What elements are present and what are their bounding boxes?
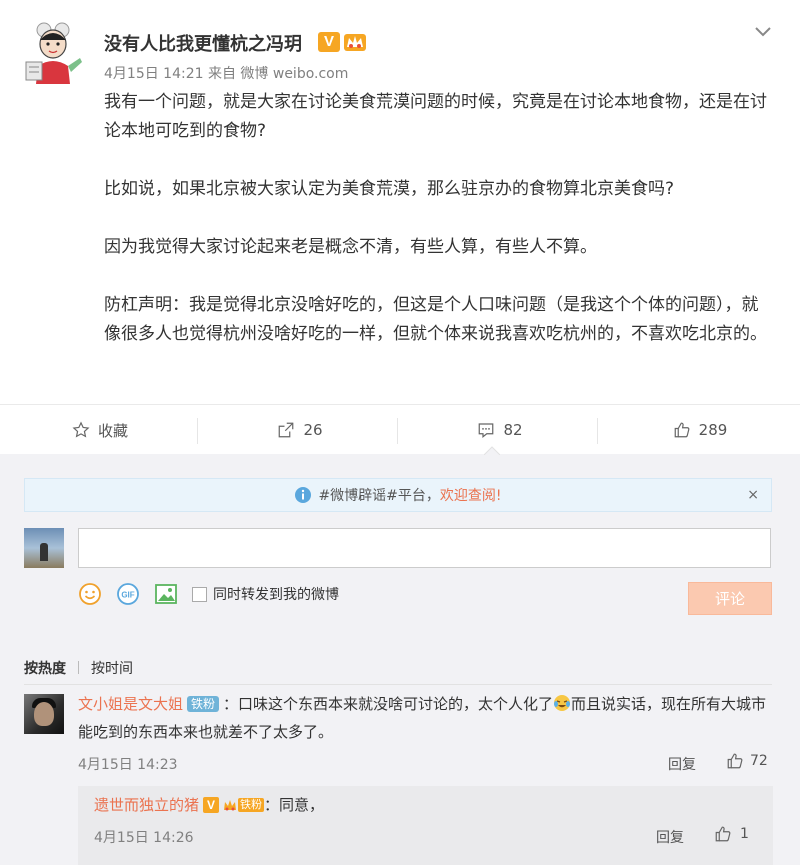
close-icon[interactable]: ×: [747, 487, 759, 503]
also-repost-label: 同时转发到我的微博: [213, 587, 339, 603]
also-repost-checkbox[interactable]: [192, 586, 207, 602]
crown-badge-icon: [344, 34, 366, 51]
divider: [197, 418, 198, 444]
verified-badge-icon: V: [318, 32, 340, 52]
svg-text:GIF: GIF: [121, 591, 134, 600]
repost-button[interactable]: 26: [200, 405, 400, 455]
like-count: 289: [698, 421, 728, 439]
reply-body: ：同意，: [264, 796, 325, 814]
repost-icon: [279, 422, 294, 438]
divider: [397, 418, 398, 444]
crown-icon: [224, 799, 237, 810]
verified-badge-icon: V: [203, 796, 220, 813]
sort-by-time-tab[interactable]: 按时间: [91, 661, 133, 677]
reply-time: 4月15日 14:26: [94, 830, 194, 846]
fan-badge-label: 铁粉: [238, 797, 265, 812]
laughing-crying-emoji-icon: [554, 695, 571, 711]
comment-text: 文小姐是文大姐 铁粉 ：口味这个东西本来就没啥可讨论的，太个人化了 而且说实话，现在所…: [78, 690, 773, 746]
thumbs-up-icon: [715, 826, 731, 842]
repost-count: 26: [303, 421, 323, 439]
notice-link[interactable]: 欢迎查阅!: [440, 485, 502, 505]
author-name[interactable]: 没有人比我更懂杭之冯玥: [104, 30, 302, 56]
comment-button[interactable]: 82: [400, 405, 600, 455]
my-avatar[interactable]: [24, 528, 64, 568]
info-icon: [295, 487, 312, 503]
reply-like-button[interactable]: 1: [714, 825, 749, 843]
comment-sort: 按热度 按时间: [24, 658, 133, 678]
comment-count: 82: [503, 421, 523, 439]
replier-name[interactable]: 遗世而独立的猪: [94, 794, 199, 815]
gif-icon[interactable]: GIF: [116, 582, 140, 606]
comment-like-button[interactable]: 72: [726, 752, 768, 770]
post-action-bar: 收藏 26 82 289: [0, 404, 800, 454]
divider: [78, 661, 79, 674]
post-paragraph: 比如说，如果北京被大家认定为美食荒漠，那么驻京办的食物算北京美食吗?: [104, 179, 675, 199]
comment-like-count: 72: [750, 753, 768, 769]
divider: [597, 418, 598, 444]
reply-button[interactable]: 回复: [656, 827, 684, 847]
post-paragraph: 防杠声明：我是觉得北京没啥好吃的，但这是个人口味问题（是我这个个体的问题），就像…: [104, 295, 767, 344]
favorite-button[interactable]: 收藏: [0, 405, 200, 455]
post-paragraph: 因为我觉得大家讨论起来老是概念不清，有些人算，有些人不算。: [104, 237, 597, 257]
fan-badge: 铁粉: [187, 696, 220, 712]
commenter-avatar[interactable]: [24, 694, 64, 734]
comment-icon: [479, 423, 494, 438]
nested-reply: 遗世而独立的猪 V 铁粉 ：同意， 4月15日 14:26 回复 1: [78, 786, 773, 865]
weibo-post: 没有人比我更懂杭之冯玥 V 4月15日 14:21 来自 微博 weibo.co…: [0, 0, 800, 404]
fan-badge: 铁粉: [222, 797, 265, 812]
reply-button[interactable]: 回复: [668, 754, 696, 774]
star-icon: [72, 421, 90, 438]
comment-body-part1: ：口味这个东西本来就没啥可讨论的，太个人化了: [223, 695, 554, 713]
comment-time: 4月15日 14:23: [78, 757, 178, 773]
reply-text: 遗世而独立的猪 V 铁粉 ：同意，: [94, 794, 324, 815]
sort-by-hot-tab[interactable]: 按热度: [24, 661, 66, 677]
favorite-label: 收藏: [97, 421, 128, 440]
thumbs-up-icon: [727, 753, 743, 769]
post-meta: 4月15日 14:21 来自 微博 weibo.com: [104, 66, 349, 82]
reply-like-count: 1: [740, 826, 749, 842]
divider: [24, 684, 772, 685]
thumbs-up-icon: [674, 422, 690, 438]
image-icon[interactable]: [154, 582, 178, 606]
commenter-name[interactable]: 文小姐是文大姐: [78, 695, 183, 713]
comment-input[interactable]: [78, 528, 771, 568]
chevron-down-icon[interactable]: [752, 20, 774, 42]
like-button[interactable]: 289: [600, 405, 800, 455]
submit-comment-button[interactable]: 评论: [688, 582, 772, 615]
emoji-icon[interactable]: [78, 582, 102, 606]
notice-text: #微博辟谣#平台，: [318, 488, 440, 504]
active-caret-icon: [484, 446, 500, 455]
author-avatar[interactable]: [22, 22, 84, 84]
post-paragraph: 我有一个问题，就是大家在讨论美食荒漠问题的时候，究竟是在讨论本地食物，还是在讨论…: [104, 92, 767, 141]
rumor-notice-bar: #微博辟谣#平台， 欢迎查阅! ×: [24, 478, 772, 512]
composer-tools: GIF 同时转发到我的微博: [78, 580, 339, 608]
post-body: 我有一个问题，就是大家在讨论美食荒漠问题的时候，究竟是在讨论本地食物，还是在讨论…: [104, 88, 774, 349]
